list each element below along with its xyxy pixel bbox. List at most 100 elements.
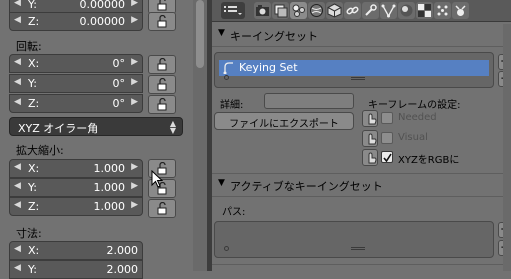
needed-checkbox[interactable] [381, 112, 393, 124]
texture-icon [418, 4, 431, 17]
tab-world[interactable] [308, 2, 325, 19]
lock-location-z-button[interactable] [148, 12, 176, 31]
collapse-triangle-icon: ▼ [218, 28, 225, 38]
scale-y-field[interactable]: ◀ Y: 1.000 ▶ [9, 178, 143, 197]
particles-icon [437, 5, 448, 16]
left-panel-scrollbar[interactable] [193, 0, 207, 271]
scene-icon [292, 4, 305, 17]
increment-arrow-icon[interactable]: ▶ [131, 0, 138, 8]
rotation-mode-dropdown[interactable]: XYZ オイラー角 ▲ ▼ [9, 117, 183, 136]
world-icon [310, 4, 323, 17]
properties-header [212, 0, 511, 22]
unlocked-padlock-icon [157, 202, 167, 215]
wrench-icon [365, 4, 377, 16]
unlocked-padlock-icon [157, 15, 167, 28]
active-keying-set-panel-header[interactable]: ▼ アクティブなキーイングセット [212, 175, 497, 195]
keying-set-paths-list[interactable] [214, 221, 494, 258]
render-icon [256, 5, 269, 16]
rotation-z-field[interactable]: ◀ Z: 0° ▶ [9, 94, 143, 113]
constraints-icon [346, 6, 359, 15]
panel-separator [212, 264, 511, 265]
render-layers-icon [274, 4, 288, 18]
tab-object-data[interactable] [380, 2, 397, 19]
mouse-cursor-icon [151, 170, 163, 188]
scrollbar-thumb[interactable] [196, 0, 204, 68]
increment-arrow-icon[interactable]: ▶ [131, 77, 138, 87]
keying-sets-list[interactable]: Keying Set [214, 52, 494, 88]
checkmark-icon [383, 153, 392, 162]
decrement-arrow-icon[interactable]: ◀ [14, 263, 21, 273]
visual-checkbox[interactable] [381, 132, 393, 144]
rotation-x-field[interactable]: ◀ X: 0° ▶ [9, 54, 143, 73]
option-xyz-to-rgb[interactable]: XYZをRGBに [362, 149, 502, 167]
location-z-field[interactable]: ◀ Z: 0.00000 ▶ [9, 12, 143, 31]
keying-set-icon [223, 62, 233, 74]
increment-arrow-icon[interactable]: ▶ [131, 97, 138, 107]
increment-arrow-icon[interactable]: ▶ [131, 200, 138, 210]
tab-physics[interactable] [452, 2, 469, 19]
tab-render-layers[interactable] [272, 2, 289, 19]
decrement-arrow-icon[interactable]: ◀ [14, 97, 21, 107]
material-icon [400, 4, 413, 17]
dimensions-title: 寸法: [16, 227, 42, 240]
tab-constraints[interactable] [344, 2, 361, 19]
export-to-file-button[interactable]: ファイルにエクスポート [214, 112, 354, 130]
increment-arrow-icon[interactable]: ▶ [131, 57, 138, 67]
lock-rotation-z-button[interactable] [148, 95, 176, 114]
dimensions-x-field[interactable]: ◀ X: 2.000 [9, 241, 143, 260]
tab-render[interactable] [254, 2, 271, 19]
object-icon [327, 3, 342, 18]
increment-arrow-icon[interactable]: ▶ [131, 181, 138, 191]
override-toggle-icon[interactable] [362, 149, 378, 166]
list-resize-grip[interactable] [351, 79, 365, 80]
option-visual[interactable]: Visual [362, 130, 502, 148]
lock-rotation-x-button[interactable] [148, 55, 176, 74]
override-toggle-icon[interactable] [362, 110, 378, 127]
tab-material[interactable] [398, 2, 415, 19]
increment-arrow-icon[interactable]: ▶ [131, 15, 138, 25]
decrement-arrow-icon[interactable]: ◀ [14, 15, 21, 25]
option-needed[interactable]: Needed [362, 110, 502, 128]
unlocked-padlock-icon [157, 98, 167, 111]
right-panel-scrollbar[interactable] [503, 24, 511, 271]
scale-z-field[interactable]: ◀ Z: 1.000 ▶ [9, 197, 143, 216]
paths-label: パス: [222, 207, 246, 218]
hand-pointer-icon [368, 152, 377, 164]
unlocked-padlock-icon [157, 0, 167, 11]
tab-scene[interactable] [290, 2, 307, 19]
list-item-selected[interactable]: Keying Set [219, 60, 489, 76]
tab-particles[interactable] [434, 2, 451, 19]
lock-scale-z-button[interactable] [148, 199, 176, 218]
decrement-arrow-icon[interactable]: ◀ [14, 244, 21, 254]
tab-object[interactable] [326, 2, 343, 19]
list-resize-dot-icon [224, 246, 229, 251]
mesh-data-icon [381, 4, 396, 18]
xyz-to-rgb-checkbox[interactable] [381, 151, 393, 163]
list-resize-dot-icon [224, 75, 229, 80]
decrement-arrow-icon[interactable]: ◀ [14, 57, 21, 67]
editor-type-selector[interactable] [221, 2, 245, 19]
decrement-arrow-icon[interactable]: ◀ [14, 162, 21, 172]
decrement-arrow-icon[interactable]: ◀ [14, 0, 21, 8]
list-resize-grip[interactable] [351, 77, 365, 78]
decrement-arrow-icon[interactable]: ◀ [14, 181, 21, 191]
decrement-arrow-icon[interactable]: ◀ [14, 77, 21, 87]
list-resize-grip[interactable] [351, 249, 365, 250]
hand-pointer-icon [368, 133, 377, 145]
dimensions-y-field[interactable]: ◀ Y: 2.000 [9, 260, 143, 279]
description-field[interactable] [264, 93, 354, 109]
increment-arrow-icon[interactable]: ▶ [131, 162, 138, 172]
tab-texture[interactable] [416, 2, 433, 19]
updown-arrows-icon: ▲ ▼ [169, 119, 176, 135]
keying-sets-panel-header[interactable]: ▼ キーイングセット [212, 25, 497, 45]
unlocked-padlock-icon [157, 78, 167, 91]
lock-rotation-y-button[interactable] [148, 75, 176, 94]
override-toggle-icon[interactable] [362, 130, 378, 147]
tab-modifiers[interactable] [362, 2, 379, 19]
decrement-arrow-icon[interactable]: ◀ [14, 200, 21, 210]
scale-x-field[interactable]: ◀ X: 1.000 ▶ [9, 159, 143, 178]
list-resize-grip[interactable] [351, 247, 365, 248]
rotation-y-field[interactable]: ◀ Y: 0° ▶ [9, 74, 143, 93]
rotation-title: 回転: [16, 40, 42, 53]
panel-separator [212, 173, 511, 174]
